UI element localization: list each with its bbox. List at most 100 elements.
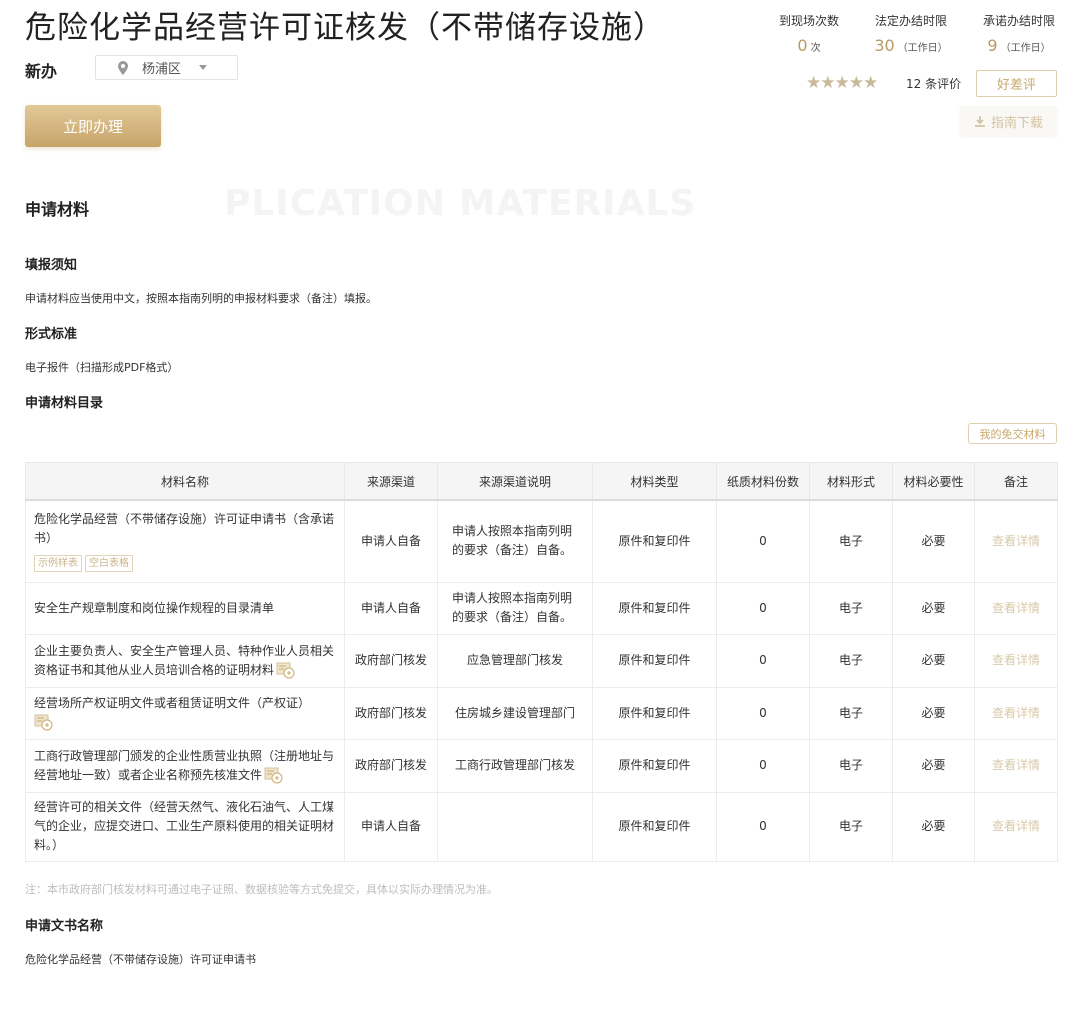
material-type-cell: 原件和复印件 [592,581,717,635]
material-name-cell: 企业主要负责人、安全生产管理人员、特种作业人员相关资格证书和其他从业人员培训合格… [25,633,345,688]
source-cell: 申请人自备 [344,791,438,862]
stat-label: 到现场次数 [778,14,839,28]
document-heading: 申请文书名称 [25,919,104,934]
material-form-cell: 电子 [809,791,893,862]
column-header: 纸质材料份数 [716,462,810,501]
blank-form-link[interactable]: 空白表格 [85,555,133,573]
material-name: 工商行政管理部门颁发的企业性质营业执照（注册地址与经营地址一致）或者企业名称预先… [34,748,335,782]
paper-copies-cell: 0 [716,633,810,688]
stat-unit: （工作日） [1000,43,1051,54]
material-form-cell: 电子 [809,581,893,635]
materials-table: 材料名称 来源渠道 来源渠道说明 材料类型 纸质材料份数 材料形式 材料必要性 … [25,462,1058,862]
sample-form-link[interactable]: 示例样表 [34,555,82,573]
download-icon [974,115,985,127]
material-form-cell: 电子 [809,633,893,688]
material-name-cell: 安全生产规章制度和岗位操作规程的目录清单 [25,581,345,635]
column-header: 备注 [974,462,1058,501]
document-name: 危险化学品经营（不带储存设施）许可证申请书 [25,953,256,966]
exemption-note: 注：本市政府部门核发材料可通过电子证照、数据核验等方式免提交，具体以实际办理情况… [25,883,498,896]
service-type-label: 新办 [25,62,58,81]
view-details-link[interactable]: 查看详情 [992,706,1040,720]
view-details-link[interactable]: 查看详情 [992,534,1040,548]
exempt-badge-icon [276,662,295,678]
material-name-cell: 工商行政管理部门颁发的企业性质营业执照（注册地址与经营地址一致）或者企业名称预先… [25,738,345,793]
fill-notice-heading: 填报须知 [25,258,78,273]
material-form-cell: 电子 [809,738,893,793]
source-cell: 政府部门核发 [344,633,438,688]
table-header-row: 材料名称 来源渠道 来源渠道说明 材料类型 纸质材料份数 材料形式 材料必要性 … [25,462,1058,501]
table-row: 经营场所产权证明文件或者租赁证明文件（产权证） 政府部门核发 住房城乡建设管理部… [25,686,1058,740]
view-details-link[interactable]: 查看详情 [992,653,1040,667]
material-type-cell: 原件和复印件 [592,633,717,688]
stat-label: 承诺办结时限 [982,14,1055,28]
table-row: 安全生产规章制度和岗位操作规程的目录清单 申请人自备 申请人按照本指南列明的要求… [25,581,1058,635]
material-type-cell: 原件和复印件 [592,499,717,583]
paper-copies-cell: 0 [716,738,810,793]
stat-label: 法定办结时限 [874,14,947,28]
source-cell: 政府部门核发 [344,738,438,793]
exempt-badge-icon [34,714,53,731]
material-type-cell: 原件和复印件 [592,791,717,862]
source-desc-cell: 住房城乡建设管理部门 [437,686,593,740]
page-title: 危险化学品经营许可证核发（不带储存设施） [25,10,665,46]
guide-download-button[interactable]: 指南下载 [960,106,1057,136]
source-desc-cell: 申请人按照本指南列明的要求（备注）自备。 [437,581,593,635]
table-row: 工商行政管理部门颁发的企业性质营业执照（注册地址与经营地址一致）或者企业名称预先… [25,738,1058,793]
rating-stars: ★★★★★ [806,73,878,93]
review-button[interactable]: 好差评 [976,70,1057,97]
location-pin-icon [118,60,128,75]
view-details-link[interactable]: 查看详情 [992,819,1040,833]
material-name: 经营场所产权证明文件或者租赁证明文件（产权证） [34,696,311,710]
material-form-cell: 电子 [809,686,893,740]
paper-copies-cell: 0 [716,499,810,583]
fill-notice-text: 申请材料应当使用中文，按照本指南列明的申报材料要求（备注）填报。 [25,292,377,305]
source-desc-cell [437,791,593,862]
material-name: 经营许可的相关文件（经营天然气、液化石油气、人工煤气的企业，应提交进口、工业生产… [34,800,335,852]
section-title: 申请材料 [25,200,90,219]
source-cell: 申请人自备 [344,499,438,583]
guide-download-label: 指南下载 [990,115,1043,131]
paper-copies-cell: 0 [716,791,810,862]
district-select[interactable]: 杨浦区 [95,55,238,80]
source-desc-cell: 应急管理部门核发 [437,633,593,688]
column-header: 来源渠道 [344,462,438,501]
material-name: 安全生产规章制度和岗位操作规程的目录清单 [34,600,275,615]
exempt-materials-button[interactable]: 我的免交材料 [968,423,1057,444]
column-header: 材料名称 [25,462,345,501]
apply-now-button[interactable]: 立即办理 [25,105,161,147]
necessity-cell: 必要 [892,791,975,862]
column-header: 来源渠道说明 [437,462,593,501]
catalog-heading: 申请材料目录 [25,396,104,411]
material-name-cell: 经营许可的相关文件（经营天然气、液化石油气、人工煤气的企业，应提交进口、工业生产… [25,791,345,862]
stat-value: 0 [797,36,808,55]
necessity-cell: 必要 [892,633,975,688]
district-value: 杨浦区 [142,62,182,77]
view-details-link[interactable]: 查看详情 [992,601,1040,615]
format-heading: 形式标准 [25,327,78,342]
stat-value: 30 [874,36,895,55]
necessity-cell: 必要 [892,738,975,793]
format-text: 电子报件（扫描形成PDF格式） [25,361,179,374]
review-count[interactable]: 12 条评价 [906,75,961,92]
column-header: 材料必要性 [892,462,975,501]
table-row: 危险化学品经营（不带储存设施）许可证申请书（含承诺书） 示例样表 空白表格 申请人… [25,499,1058,583]
source-desc-cell: 申请人按照本指南列明的要求（备注）自备。 [437,499,593,583]
stat-unit: 次 [810,43,821,54]
paper-copies-cell: 0 [716,686,810,740]
exempt-badge-icon [264,767,283,783]
table-row: 经营许可的相关文件（经营天然气、液化石油气、人工煤气的企业，应提交进口、工业生产… [25,791,1058,862]
necessity-cell: 必要 [892,499,975,583]
paper-copies-cell: 0 [716,581,810,635]
stat-legal-time-limit: 法定办结时限 30 （工作日） [868,12,954,55]
material-type-cell: 原件和复印件 [592,738,717,793]
material-name-cell: 危险化学品经营（不带储存设施）许可证申请书（含承诺书） 示例样表 空白表格 [25,499,345,583]
material-form-cell: 电子 [809,499,893,583]
source-cell: 政府部门核发 [344,686,438,740]
necessity-cell: 必要 [892,686,975,740]
view-details-link[interactable]: 查看详情 [992,758,1040,772]
stat-value: 9 [987,36,998,55]
source-desc-cell: 工商行政管理部门核发 [437,738,593,793]
chevron-down-icon [199,65,208,70]
material-name-cell: 经营场所产权证明文件或者租赁证明文件（产权证） [25,686,345,740]
column-header: 材料类型 [592,462,717,501]
